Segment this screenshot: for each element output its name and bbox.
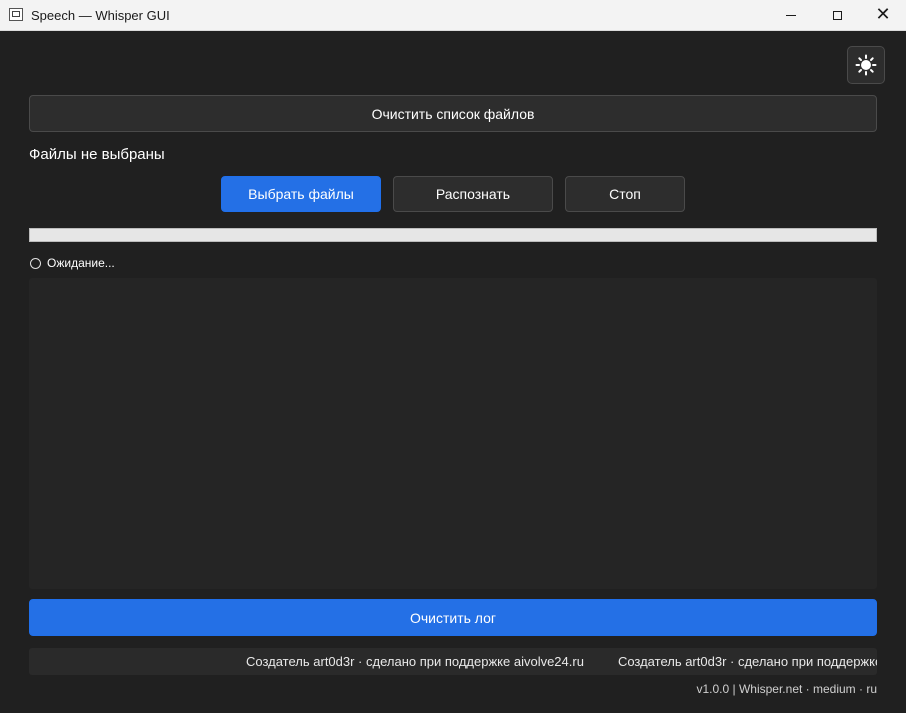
log-output[interactable] (29, 278, 877, 589)
app-window-icon (9, 8, 23, 21)
maximize-icon (832, 10, 842, 20)
recognize-button[interactable]: Распознать (393, 176, 553, 212)
clear-file-list-button[interactable]: Очистить список файлов (29, 95, 877, 132)
close-icon: ✕ (875, 4, 891, 25)
credits-text: Создатель art0d3r · сделано при поддержк… (246, 654, 584, 669)
close-button[interactable]: ✕ (860, 0, 906, 30)
maximize-button[interactable] (814, 0, 860, 30)
credits-text-repeat: Создатель art0d3r · сделано при поддержк… (617, 654, 877, 669)
window-title: Speech — Whisper GUI (31, 8, 170, 23)
credits-marquee: Создатель art0d3r · сделано при поддержк… (29, 648, 877, 675)
minimize-button[interactable] (768, 0, 814, 30)
progress-bar (29, 228, 877, 242)
stop-button[interactable]: Стоп (565, 176, 685, 212)
status-text: Ожидание... (47, 256, 115, 270)
choose-files-button[interactable]: Выбрать файлы (221, 176, 381, 212)
status-indicator-icon (30, 257, 41, 269)
title-bar: Speech — Whisper GUI ✕ (0, 0, 906, 31)
minimize-icon (786, 14, 796, 16)
theme-toggle-button[interactable] (847, 46, 885, 84)
files-status-label: Файлы не выбраны (29, 146, 165, 163)
version-label: v1.0.0 | Whisper.net · medium · ru (696, 682, 877, 696)
status-row: Ожидание... (30, 256, 115, 270)
sun-icon (855, 54, 877, 76)
clear-log-button[interactable]: Очистить лог (29, 599, 877, 636)
